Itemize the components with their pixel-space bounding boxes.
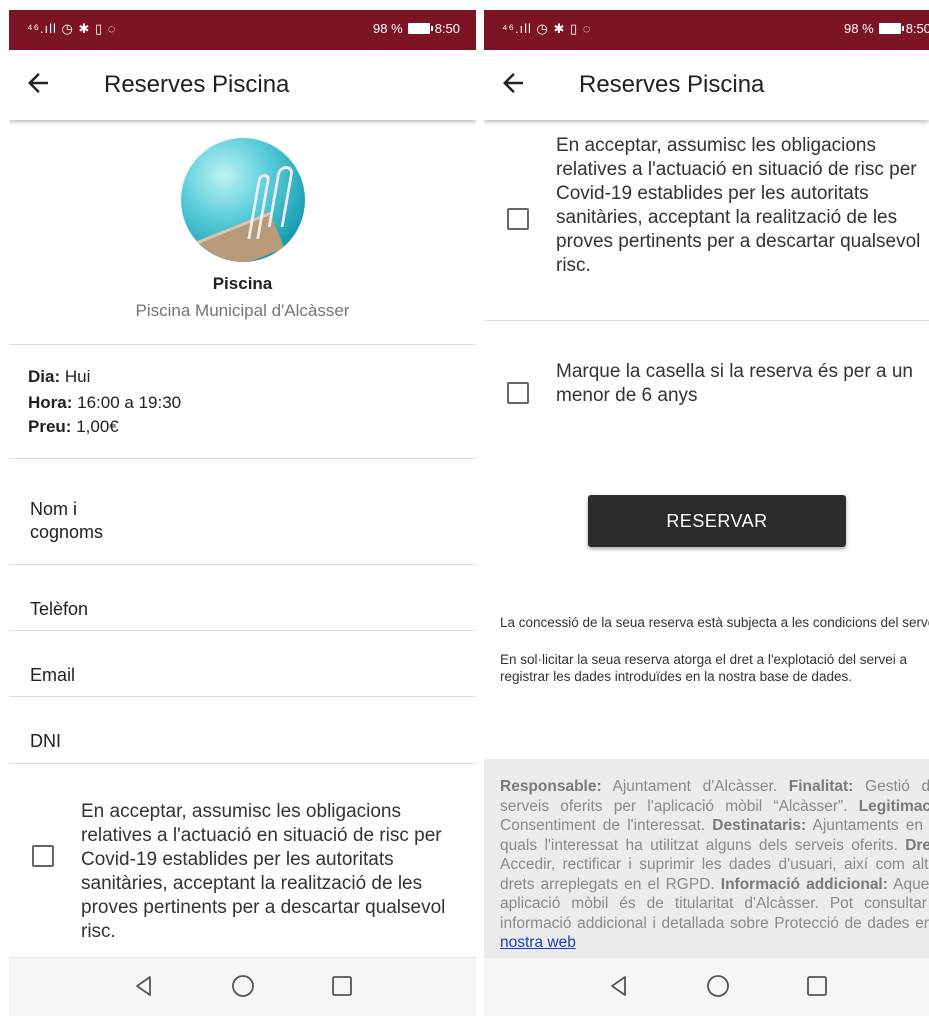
- email-field[interactable]: Email: [30, 664, 75, 687]
- covid-consent-checkbox[interactable]: [32, 845, 54, 867]
- nav-back-icon[interactable]: [131, 973, 157, 999]
- info-price-value: 1,00€: [76, 417, 119, 436]
- facility-subtitle: Piscina Municipal d'Alcàsser: [135, 301, 350, 320]
- legal-responsable-label: Responsable:: [500, 778, 602, 795]
- info-hour-value: 16:00 a 19:30: [77, 393, 182, 412]
- facility-title: Piscina: [212, 274, 273, 293]
- info-day-label: Dia:: [28, 367, 61, 386]
- status-bar: ⁴⁶.ıll ◷ ✱ ▯ ◌ 98 % 8:50: [9, 10, 476, 50]
- divider: [9, 696, 476, 697]
- arrow-left-icon[interactable]: [498, 68, 528, 98]
- data-note: En sol·licitar la seua reserva atorga el…: [500, 652, 908, 684]
- conditions-note: La concessió de la seua reserva està sub…: [500, 615, 929, 630]
- info-day-value: Hui: [64, 367, 91, 386]
- name-field-label-line2: cognoms: [30, 522, 104, 542]
- legal-drets-label: Drets:: [905, 836, 929, 854]
- system-nav-bar: [9, 957, 476, 1016]
- status-right: 98 % 8:50: [373, 21, 460, 36]
- clock: 8:50: [434, 21, 460, 36]
- nav-recents-icon[interactable]: [329, 973, 355, 999]
- divider: [9, 344, 476, 345]
- covid-consent-text: En acceptar, assumisc les obligacions re…: [81, 801, 446, 942]
- screen-left: ⁴⁶.ıll ◷ ✱ ▯ ◌ 98 % 8:50 Reserves Piscin…: [9, 10, 476, 1016]
- status-bar: ⁴⁶.ıll ◷ ✱ ▯ ◌ 98 % 8:50: [484, 10, 929, 50]
- arrow-left-icon[interactable]: [23, 68, 53, 98]
- nav-recents-icon[interactable]: [804, 973, 830, 999]
- nav-home-icon[interactable]: [230, 973, 256, 999]
- clock: 8:50: [905, 21, 929, 36]
- battery-icon: [878, 23, 904, 34]
- minor-checkbox[interactable]: [507, 382, 529, 404]
- battery-percent: 98 %: [844, 21, 874, 36]
- screen-right: ⁴⁶.ıll ◷ ✱ ▯ ◌ 98 % 8:50 Reserves Piscin…: [484, 10, 929, 1016]
- legal-legitimacio-text: Consentiment de l'interessat.: [500, 817, 713, 834]
- info-price: Preu: 1,00€: [28, 417, 119, 437]
- divider: [9, 564, 476, 565]
- divider: [9, 763, 476, 764]
- legal-legitimacio-label: Legitimació:: [858, 797, 929, 815]
- minor-consent-text: Marque la casella si la reserva és per a…: [556, 361, 913, 406]
- booking-form-scrolled: En acceptar, assumisc les obligacions re…: [484, 120, 929, 958]
- legal-responsable-text: Ajuntament d'Alcàsser.: [601, 778, 789, 795]
- page-title: Reserves Piscina: [579, 71, 765, 98]
- nav-home-icon[interactable]: [705, 973, 731, 999]
- legal-info-label: Informació addicional:: [720, 875, 888, 893]
- page-title: Reserves Piscina: [104, 71, 290, 98]
- status-icons: ⁴⁶.ıll ◷ ✱ ▯ ◌: [502, 21, 592, 36]
- booking-form: Piscina Piscina Municipal d'Alcàsser Dia…: [9, 120, 476, 958]
- app-bar: Reserves Piscina: [484, 50, 929, 120]
- status-icons: ⁴⁶.ıll ◷ ✱ ▯ ◌: [27, 21, 117, 36]
- divider: [484, 320, 929, 321]
- info-day: Dia: Hui: [28, 367, 90, 387]
- covid-consent-checkbox[interactable]: [507, 208, 529, 230]
- app-bar: Reserves Piscina: [9, 50, 476, 120]
- system-nav-bar: [484, 957, 929, 1016]
- legal-notice: Responsable: Ajuntament d'Alcàsser. Fina…: [484, 759, 929, 958]
- pool-ladder-shape-2: [267, 166, 295, 227]
- battery-icon: [407, 23, 433, 34]
- name-field[interactable]: Nom i cognoms: [30, 498, 103, 544]
- info-price-label: Preu:: [28, 417, 72, 436]
- battery-percent: 98 %: [373, 21, 403, 36]
- nav-back-icon[interactable]: [606, 973, 632, 999]
- name-field-label-line1: Nom i: [30, 499, 78, 519]
- status-right: 98 % 8:50: [844, 21, 929, 36]
- covid-consent-text: En acceptar, assumisc les obligacions re…: [556, 135, 921, 276]
- divider: [9, 630, 476, 631]
- reserve-button[interactable]: RESERVAR: [588, 495, 846, 547]
- info-hour-label: Hora:: [28, 393, 73, 412]
- pool-image: [181, 138, 305, 262]
- phone-field[interactable]: Telèfon: [30, 598, 88, 621]
- legal-finalitat-label: Finalitat:: [788, 778, 854, 795]
- divider: [9, 458, 476, 459]
- dni-field[interactable]: DNI: [30, 730, 61, 753]
- info-hour: Hora: 16:00 a 19:30: [28, 393, 181, 413]
- legal-destinataris-label: Destinataris:: [712, 817, 807, 834]
